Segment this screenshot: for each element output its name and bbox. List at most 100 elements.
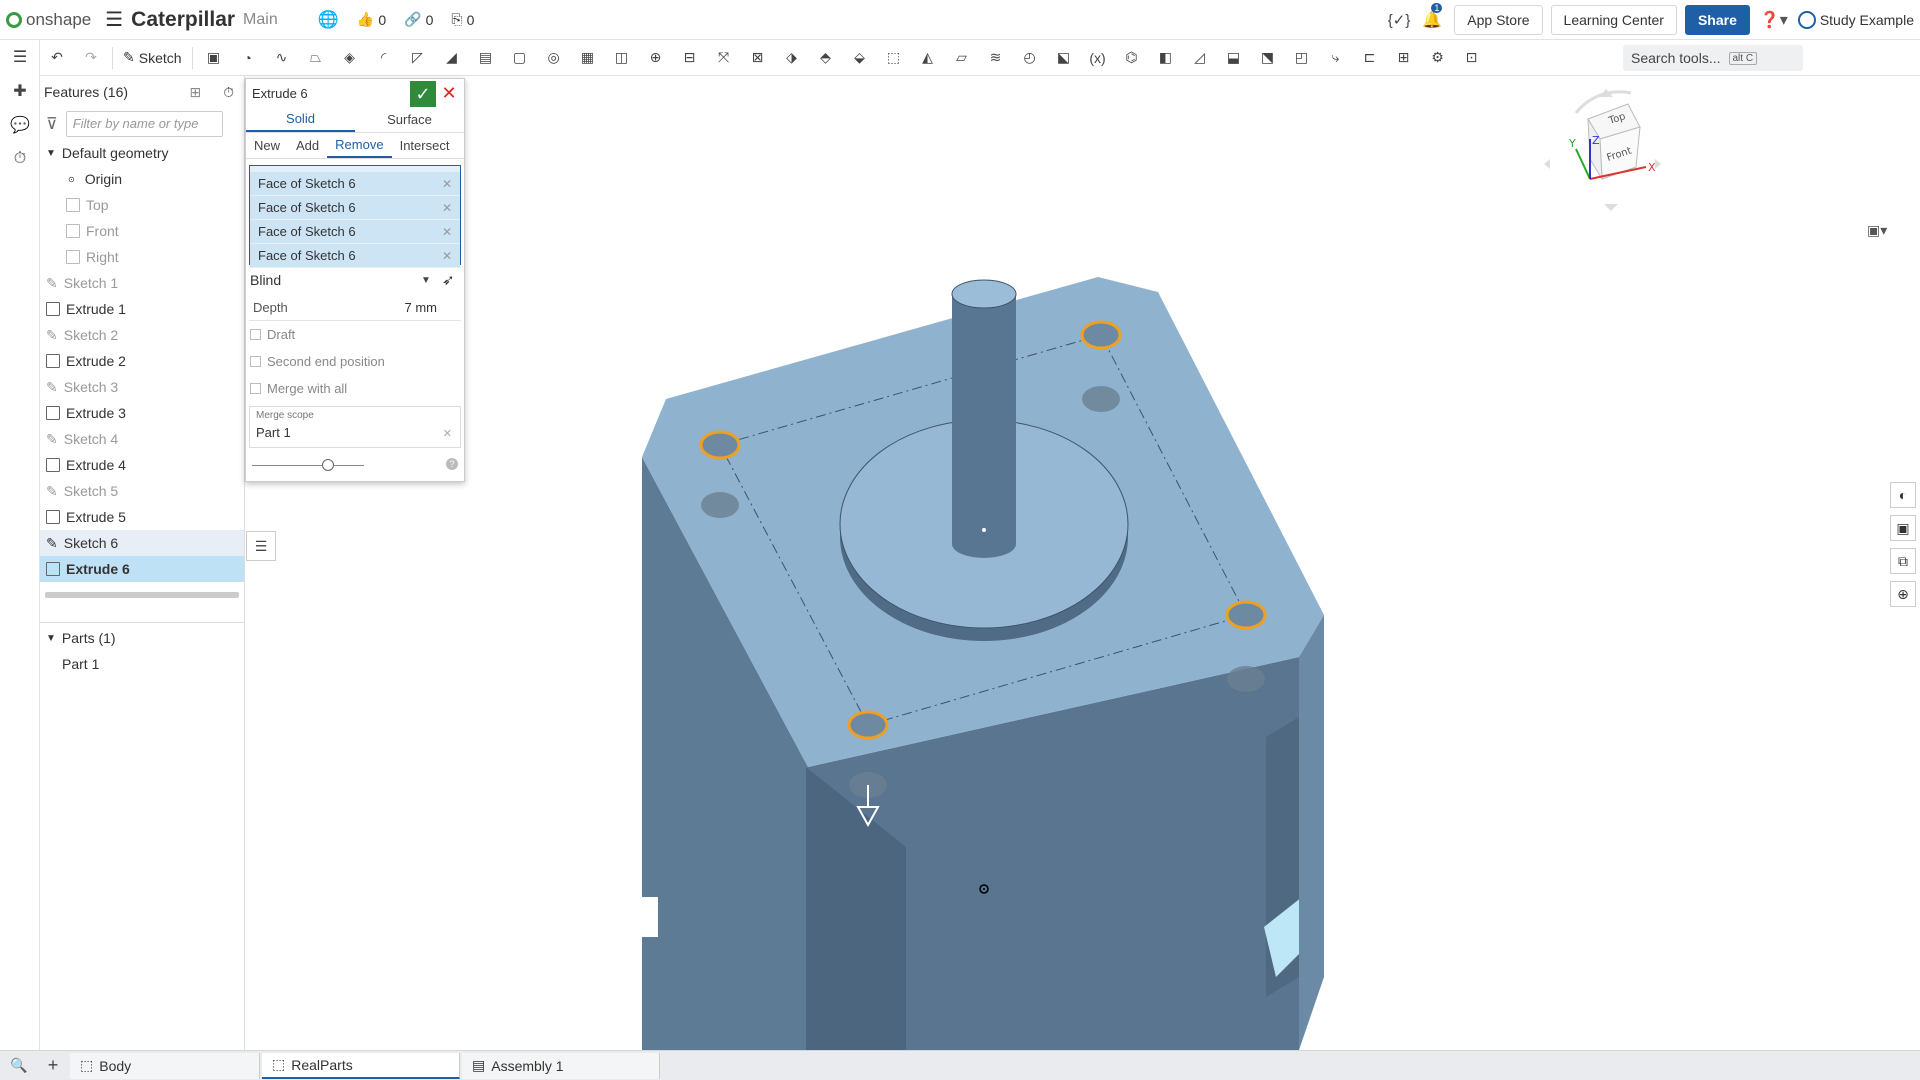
tab-body[interactable]: ⬚ Body bbox=[70, 1052, 260, 1079]
variables-icon[interactable]: {✓} bbox=[1388, 11, 1411, 29]
graphics-area[interactable]: Top Front X Y Z ▣▾ ☰ bbox=[246, 77, 1920, 1050]
view-cube[interactable]: Top Front X Y Z bbox=[1536, 79, 1666, 219]
onshape-logo[interactable]: onshape bbox=[6, 10, 91, 30]
filter-input[interactable]: Filter by name or type bbox=[65, 111, 223, 137]
plane-icon[interactable]: ▱ bbox=[950, 46, 974, 70]
tree-item-sketch-3[interactable]: ✎ Sketch 3 bbox=[40, 374, 244, 400]
add-folder-icon[interactable]: ⊞ bbox=[189, 84, 201, 101]
corner-icon[interactable]: ◰ bbox=[1290, 46, 1314, 70]
custom-feature-icon[interactable]: ⚙ bbox=[1426, 46, 1450, 70]
measure-icon[interactable]: ◴ bbox=[1018, 46, 1042, 70]
loft-icon[interactable]: ⏢ bbox=[304, 46, 328, 70]
likes-counter[interactable]: 👍 0 bbox=[357, 11, 386, 28]
add-custom-feature-icon[interactable]: ⊡ bbox=[1460, 46, 1484, 70]
tab-surface[interactable]: Surface bbox=[355, 107, 464, 132]
chevron-down-icon[interactable]: ▼ bbox=[421, 275, 431, 286]
pattern-icon[interactable]: ▦ bbox=[576, 46, 600, 70]
selected-hole[interactable] bbox=[847, 710, 889, 740]
slider-thumb[interactable] bbox=[322, 459, 334, 471]
tab-realparts[interactable]: ⬚ RealParts bbox=[262, 1052, 460, 1079]
revolve-icon[interactable]: ◔ bbox=[236, 46, 260, 70]
frame-icon[interactable]: ⌬ bbox=[1120, 46, 1144, 70]
learning-center-button[interactable]: Learning Center bbox=[1550, 4, 1677, 35]
merge-all-checkbox[interactable] bbox=[250, 383, 261, 394]
second-end-checkbox-row[interactable]: Second end position bbox=[246, 348, 464, 375]
boolean-icon[interactable]: ⊕ bbox=[644, 46, 668, 70]
rib-icon[interactable]: ▤ bbox=[474, 46, 498, 70]
share-button[interactable]: Share bbox=[1684, 4, 1750, 35]
links-counter[interactable]: 🔗 0 bbox=[404, 11, 433, 28]
draft-checkbox-row[interactable]: Draft bbox=[246, 321, 464, 348]
draft-checkbox[interactable] bbox=[250, 329, 261, 340]
tree-item-top[interactable]: Top bbox=[40, 192, 244, 218]
tree-item-sketch-6[interactable]: ✎ Sketch 6 bbox=[40, 530, 244, 556]
tree-item-right[interactable]: Right bbox=[40, 244, 244, 270]
selection-item[interactable]: Face of Sketch 6 ✕ bbox=[250, 196, 460, 220]
comments-icon[interactable]: 💬 bbox=[0, 108, 40, 142]
help-icon[interactable]: ? bbox=[446, 458, 458, 470]
tree-item-origin[interactable]: ⊙ Origin bbox=[40, 166, 244, 192]
tab-solid[interactable]: Solid bbox=[246, 107, 355, 132]
feature-list-icon[interactable]: ☰ bbox=[0, 40, 40, 74]
default-geometry-folder[interactable]: ▼ Default geometry bbox=[40, 140, 244, 166]
tree-item-sketch-5[interactable]: ✎ Sketch 5 bbox=[40, 478, 244, 504]
tree-item-sketch-1[interactable]: ✎ Sketch 1 bbox=[40, 270, 244, 296]
insert-icon[interactable]: ✚ bbox=[0, 74, 40, 108]
dialog-title[interactable]: Extrude 6 bbox=[252, 86, 308, 101]
help-icon[interactable]: ❓▾ bbox=[1760, 10, 1788, 30]
model-view[interactable] bbox=[246, 77, 1920, 1050]
tree-item-extrude-2[interactable]: Extrude 2 bbox=[40, 348, 244, 374]
selected-hole[interactable] bbox=[699, 430, 741, 460]
remove-selection-icon[interactable]: ✕ bbox=[442, 249, 452, 263]
remove-selection-icon[interactable]: ✕ bbox=[442, 201, 452, 215]
transform-icon[interactable]: ⤧ bbox=[712, 46, 736, 70]
redo-icon[interactable]: ↷ bbox=[79, 46, 103, 70]
configurations-icon[interactable]: ⧉ bbox=[1890, 548, 1916, 574]
sheet-metal-icon[interactable]: ◧ bbox=[1154, 46, 1178, 70]
form-icon[interactable]: ⊞ bbox=[1392, 46, 1416, 70]
selected-hole[interactable] bbox=[1225, 600, 1267, 630]
extrude-icon[interactable]: ▣ bbox=[202, 46, 226, 70]
delete-part-icon[interactable]: ⊠ bbox=[746, 46, 770, 70]
part-item[interactable]: Part 1 bbox=[40, 651, 244, 677]
parts-folder[interactable]: ▼ Parts (1) bbox=[40, 625, 244, 651]
selection-item[interactable]: Face of Sketch 6 ✕ bbox=[250, 220, 460, 244]
tree-item-extrude-3[interactable]: Extrude 3 bbox=[40, 400, 244, 426]
tab-intersect[interactable]: Intersect bbox=[392, 133, 458, 158]
shaft-top[interactable] bbox=[951, 279, 1017, 309]
move-face-icon[interactable]: ⬗ bbox=[780, 46, 804, 70]
tree-item-sketch-4[interactable]: ✎ Sketch 4 bbox=[40, 426, 244, 452]
sketch-button[interactable]: ✎ Sketch bbox=[123, 49, 182, 66]
route-icon[interactable]: ⤷ bbox=[1324, 46, 1348, 70]
flange-icon[interactable]: ◿ bbox=[1188, 46, 1212, 70]
second-end-checkbox[interactable] bbox=[250, 356, 261, 367]
merge-scope-field[interactable]: Merge scope Part 1 ✕ bbox=[249, 406, 461, 448]
menu-icon[interactable]: ☰ bbox=[105, 7, 123, 32]
merge-all-checkbox-row[interactable]: Merge with all bbox=[246, 375, 464, 402]
shaft-body[interactable] bbox=[952, 294, 1016, 544]
tab-assembly-1[interactable]: ▤ Assembly 1 bbox=[462, 1052, 660, 1079]
boundary-surface-icon[interactable]: ⬚ bbox=[882, 46, 906, 70]
app-store-button[interactable]: App Store bbox=[1454, 4, 1543, 35]
chamfer-icon[interactable]: ◸ bbox=[406, 46, 430, 70]
filter-icon[interactable]: ⊽ bbox=[46, 114, 58, 134]
selection-item[interactable]: Face of Sketch 6 ✕ bbox=[250, 172, 460, 196]
history-icon[interactable]: ⏱ bbox=[0, 142, 40, 176]
search-tools-input[interactable]: Search tools... alt C bbox=[1623, 45, 1803, 71]
copies-counter[interactable]: ⎘ 0 bbox=[451, 11, 474, 28]
remove-selection-icon[interactable]: ✕ bbox=[442, 177, 452, 191]
part-studio-view-icon[interactable]: ▣ bbox=[1890, 515, 1916, 541]
section-icon[interactable]: ⬕ bbox=[1052, 46, 1076, 70]
remove-selection-icon[interactable]: ✕ bbox=[442, 225, 452, 239]
shell-icon[interactable]: ▢ bbox=[508, 46, 532, 70]
direction-flip-icon[interactable]: ➶ bbox=[442, 271, 455, 289]
mate-connector-icon[interactable]: ⊕ bbox=[1890, 581, 1916, 607]
tab-icon[interactable]: ⬓ bbox=[1222, 46, 1246, 70]
sweep-icon[interactable]: ∿ bbox=[270, 46, 294, 70]
thicken-icon[interactable]: ◈ bbox=[338, 46, 362, 70]
tree-item-extrude-6[interactable]: Extrude 6 bbox=[40, 556, 244, 582]
tab-new[interactable]: New bbox=[246, 133, 288, 158]
tree-item-extrude-5[interactable]: Extrude 5 bbox=[40, 504, 244, 530]
end-type-select[interactable]: Blind bbox=[250, 272, 281, 288]
fillet-icon[interactable]: ◜ bbox=[372, 46, 396, 70]
